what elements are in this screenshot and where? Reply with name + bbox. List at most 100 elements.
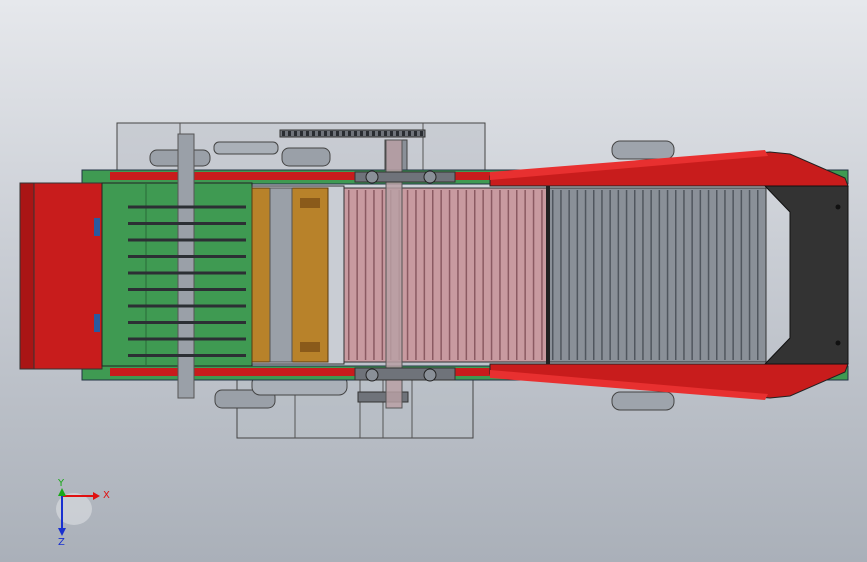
spike-bar	[128, 205, 246, 209]
chain-link	[384, 131, 387, 136]
pink-slat	[381, 190, 384, 360]
hopper-bolt	[835, 204, 841, 210]
pink-slat	[448, 190, 451, 360]
top-pulley-mid	[213, 141, 279, 155]
pink-slat	[490, 190, 493, 360]
gear	[423, 368, 437, 382]
bottom-wheel-right	[611, 391, 675, 411]
chain-link	[408, 131, 411, 136]
chain-link	[330, 131, 333, 136]
chain-link	[282, 131, 285, 136]
spike-bar	[128, 288, 246, 291]
gray-slat	[699, 190, 702, 360]
gray-slat	[560, 190, 562, 360]
pink-slat	[499, 190, 501, 360]
chain-link	[288, 131, 291, 136]
pink-slat	[406, 190, 409, 360]
gray-slat	[609, 190, 611, 360]
chain-link	[336, 131, 339, 136]
gray-slat	[552, 190, 554, 360]
roller-shaft	[269, 187, 293, 363]
chain-link	[312, 131, 315, 136]
spike-bar	[128, 271, 246, 275]
chain-link	[366, 131, 369, 136]
gray-slat	[666, 190, 669, 360]
gear	[423, 170, 437, 184]
chain-link	[318, 131, 321, 136]
z-axis-arrow-icon	[58, 528, 66, 536]
pink-slat	[432, 190, 434, 360]
spike-bar	[128, 238, 246, 242]
chain-link	[360, 131, 363, 136]
hood-edge	[19, 182, 35, 370]
chain-link	[402, 131, 405, 136]
gear	[365, 368, 379, 382]
spike-bar	[128, 321, 246, 324]
gray-slat	[675, 190, 677, 360]
pink-slat	[440, 190, 442, 360]
pink-slat	[465, 190, 468, 360]
gray-slat	[724, 190, 726, 360]
pink-slat	[524, 190, 526, 360]
chain-link	[390, 131, 393, 136]
pink-slat	[457, 190, 459, 360]
gray-slat	[568, 190, 570, 360]
pink-slat	[356, 190, 358, 360]
rear-hopper	[763, 185, 849, 365]
conveyor-divider	[546, 184, 550, 366]
gear	[365, 170, 379, 184]
gray-slat	[658, 190, 661, 360]
chain-link	[420, 131, 423, 136]
gray-slat	[642, 190, 644, 360]
pink-slat	[482, 190, 484, 360]
gray-slat	[617, 190, 620, 360]
top-pulley-right	[281, 147, 331, 167]
gray-slat	[634, 190, 636, 360]
vertical-shaft	[177, 133, 195, 399]
pink-slat	[474, 190, 476, 360]
gray-slat	[625, 190, 628, 360]
orange-roller-left	[251, 187, 271, 363]
chain-link	[300, 131, 303, 136]
gray-slat	[716, 190, 718, 360]
chain-link	[348, 131, 351, 136]
gray-slat	[584, 190, 587, 360]
pink-conveyor	[343, 187, 551, 363]
spike-bar	[128, 337, 246, 341]
spike-bar	[128, 354, 246, 357]
gray-slat	[601, 190, 603, 360]
pink-slat	[364, 190, 367, 360]
coordinate-triad[interactable]: X Y Z	[56, 478, 110, 548]
cad-viewport[interactable]: X Y Z	[0, 0, 867, 562]
gray-slat	[757, 190, 759, 360]
chain-link	[342, 131, 345, 136]
gray-slat	[732, 190, 734, 360]
chain-link	[378, 131, 381, 136]
pink-slat	[415, 190, 417, 360]
spike-bar	[128, 304, 246, 308]
gray-slat	[593, 190, 595, 360]
x-axis-arrow-icon	[93, 492, 100, 500]
hopper-bolt	[835, 340, 841, 346]
pink-slat	[423, 190, 426, 360]
gray-slat	[707, 190, 710, 360]
chain-link	[354, 131, 357, 136]
chain-link	[306, 131, 309, 136]
gray-slat	[740, 190, 743, 360]
spike-bar	[128, 222, 246, 225]
hood-bracket-top	[94, 218, 100, 236]
roller-bracket	[300, 342, 320, 352]
machine-top-view: X Y Z	[19, 122, 849, 548]
chain-link	[324, 131, 327, 136]
hood-bracket-bottom	[94, 314, 100, 332]
chain-link	[294, 131, 297, 136]
pink-slat	[516, 190, 518, 360]
pink-slat	[373, 190, 375, 360]
gray-slat	[691, 190, 693, 360]
top-wheel-right	[611, 140, 675, 160]
chain-link	[414, 131, 417, 136]
pink-slat	[507, 190, 510, 360]
chain-link	[372, 131, 375, 136]
pink-slat	[532, 190, 535, 360]
gray-slat	[650, 190, 652, 360]
